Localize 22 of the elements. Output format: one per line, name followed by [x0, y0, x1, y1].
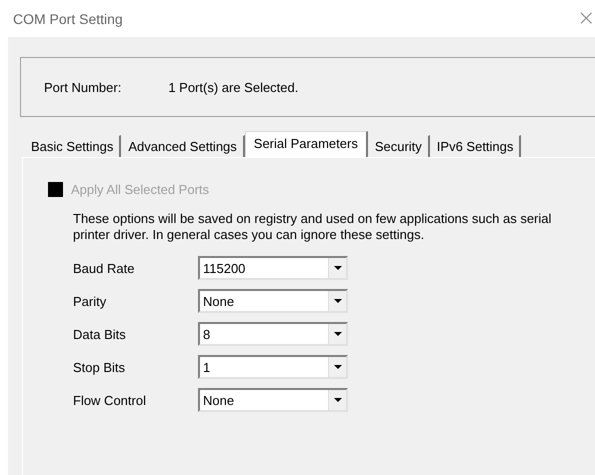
dropdown[interactable]: None [198, 388, 348, 412]
field-label: Flow Control [73, 392, 147, 408]
info-text: These options will be saved on registry and used on few applications such as serial printer driver. In general cases you can ignore these settings. [73, 211, 552, 243]
dropdown-arrow-icon [334, 398, 342, 402]
dropdown[interactable]: 1 [198, 355, 348, 379]
window-title: COM Port Setting [13, 10, 123, 26]
port-label: Port Number: [44, 80, 122, 94]
dropdown-arrow-icon [334, 266, 342, 270]
dropdown-arrow-icon [334, 332, 342, 336]
field-label: Stop Bits [73, 360, 126, 374]
dropdown[interactable]: None [198, 289, 348, 313]
dropdown[interactable]: 115200 [198, 256, 348, 280]
dropdown-arrow-icon [334, 299, 342, 303]
field-label: Data Bits [73, 326, 127, 342]
dropdown[interactable]: 8 [198, 322, 348, 346]
field-label: Baud Rate [73, 260, 136, 276]
field-label: Parity [73, 294, 108, 308]
close-button[interactable]: × [577, 8, 595, 30]
tab[interactable]: Serial Parameters [244, 131, 368, 157]
dropdown-arrow-icon [334, 365, 342, 369]
checkbox-label: Apply All Selected Ports [71, 182, 210, 197]
port-value: 1 Port(s) are Selected. [168, 80, 298, 94]
